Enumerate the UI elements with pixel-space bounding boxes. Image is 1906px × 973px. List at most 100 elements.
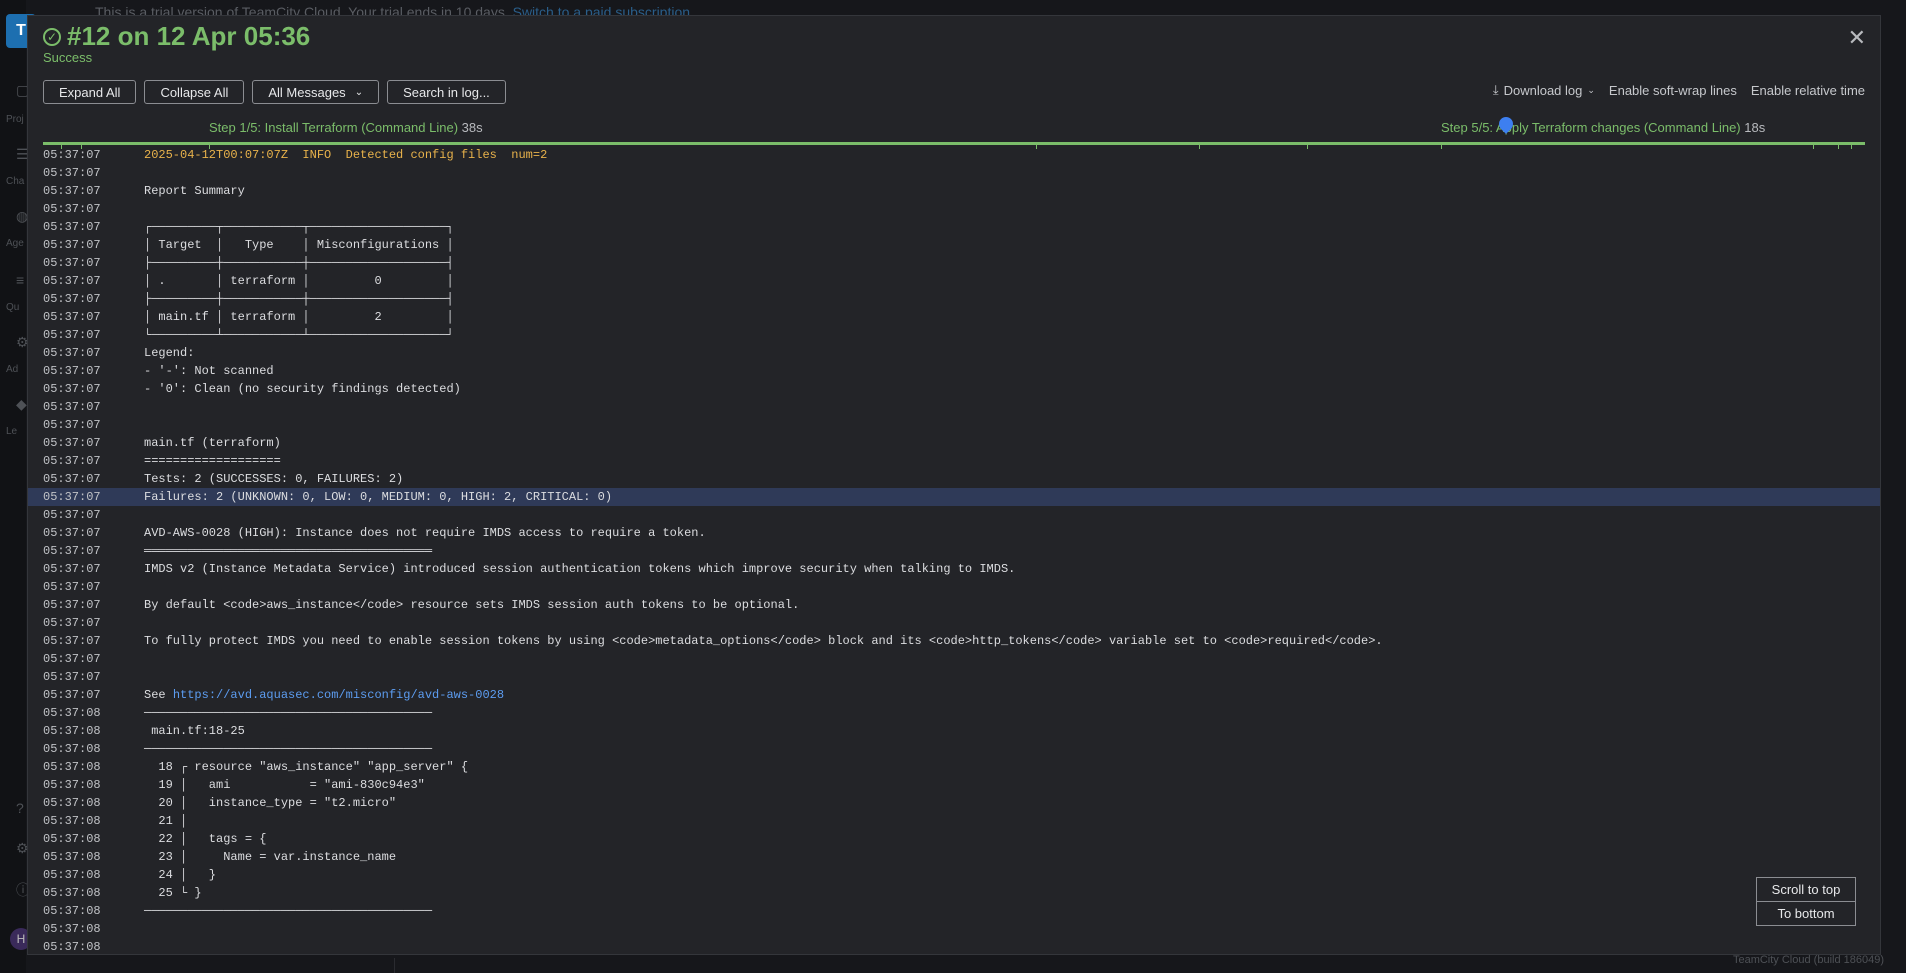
help-icon[interactable]: ?: [16, 800, 24, 816]
log-line[interactable]: 05:37:07 To fully protect IMDS you need t…: [28, 632, 1880, 650]
soft-wrap-toggle[interactable]: Enable soft-wrap lines: [1609, 83, 1737, 98]
log-timestamp: 05:37:08: [43, 724, 101, 738]
log-line[interactable]: 05:37:07 Legend:: [28, 344, 1880, 362]
nav-label-queue: Qu: [6, 302, 20, 313]
log-message: - '-': Not scanned: [144, 362, 274, 380]
chevron-down-icon: ⌄: [354, 86, 364, 98]
timeline-step-5[interactable]: Step 5/5: Apply Terraform changes (Comma…: [1441, 120, 1765, 135]
log-line[interactable]: 05:37:07 │ main.tf │ terraform │ 2 │: [28, 308, 1880, 326]
log-message: │ Target │ Type │ Misconfigurations │: [144, 236, 454, 254]
log-line[interactable]: 05:37:07: [28, 614, 1880, 632]
log-line[interactable]: 05:37:08: [28, 938, 1880, 954]
log-timestamp: 05:37:07: [43, 580, 101, 594]
log-line[interactable]: 05:37:07: [28, 398, 1880, 416]
log-line[interactable]: 05:37:07 IMDS v2 (Instance Metadata Servi…: [28, 560, 1880, 578]
log-line[interactable]: 05:37:07 └─────────┴───────────┴─────────…: [28, 326, 1880, 344]
log-line[interactable]: 05:37:07 ┌─────────┬───────────┬─────────…: [28, 218, 1880, 236]
download-icon: ⤓: [1492, 82, 1499, 97]
log-message: main.tf:18-25: [144, 722, 245, 740]
log-line[interactable]: 05:37:07: [28, 200, 1880, 218]
log-line[interactable]: 05:37:08 21 │: [28, 812, 1880, 830]
log-timestamp: 05:37:07: [43, 148, 101, 162]
log-line[interactable]: 05:37:07 ├─────────┼───────────┼─────────…: [28, 254, 1880, 272]
download-log-button[interactable]: ⤓ Download log ⌄: [1493, 82, 1595, 98]
close-icon[interactable]: ✕: [1848, 25, 1866, 50]
log-line[interactable]: 05:37:07 Report Summary: [28, 182, 1880, 200]
log-line[interactable]: 05:37:07 Failures: 2 (UNKNOWN: 0, LOW: 0,…: [28, 488, 1880, 506]
log-line[interactable]: 05:37:07 - '-': Not scanned: [28, 362, 1880, 380]
relative-time-toggle[interactable]: Enable relative time: [1751, 83, 1865, 98]
log-line[interactable]: 05:37:08 20 │ instance_type = "t2.micro": [28, 794, 1880, 812]
log-line[interactable]: 05:37:08 22 │ tags = {: [28, 830, 1880, 848]
log-text: Legend:: [144, 346, 195, 360]
log-line[interactable]: 05:37:07: [28, 164, 1880, 182]
log-line[interactable]: 05:37:07 │ . │ terraform │ 0 │: [28, 272, 1880, 290]
log-line[interactable]: 05:37:07 - '0': Clean (no security findin…: [28, 380, 1880, 398]
log-text: 22 │ tags = {: [144, 832, 267, 846]
dialog-header: ✓ #12 on 12 Apr 05:36: [43, 21, 310, 52]
log-line[interactable]: 05:37:08 19 │ ami = "ami-830c94e3": [28, 776, 1880, 794]
footer-version: TeamCity Cloud (build 186049): [1732, 954, 1884, 966]
log-timestamp: 05:37:07: [43, 634, 101, 648]
log-message: 22 │ tags = {: [144, 830, 266, 848]
log-line[interactable]: 05:37:08 23 │ Name = var.instance_name: [28, 848, 1880, 866]
scroll-to-bottom-button[interactable]: To bottom: [1756, 902, 1856, 926]
log-line[interactable]: 05:37:07 ===================: [28, 452, 1880, 470]
log-message: ────────────────────────────────────────: [144, 704, 432, 722]
log-line[interactable]: 05:37:07 ════════════════════════════════…: [28, 542, 1880, 560]
log-line[interactable]: 05:37:07 By default <code>aws_instance</c…: [28, 596, 1880, 614]
log-line[interactable]: 05:37:08 18 ┌ resource "aws_instance" "a…: [28, 758, 1880, 776]
log-line[interactable]: 05:37:07 2025-04-12T00:07:07Z INFO Detect…: [28, 146, 1880, 164]
log-line[interactable]: 05:37:07: [28, 668, 1880, 686]
log-timestamp: 05:37:08: [43, 778, 101, 792]
log-text: 25 └ }: [144, 886, 202, 900]
log-message: AVD-AWS-0028 (HIGH): Instance does not r…: [144, 524, 706, 542]
log-message: By default <code>aws_instance</code> res…: [144, 596, 799, 614]
expand-all-button[interactable]: Expand All: [43, 80, 137, 104]
log-toolbar: Expand All Collapse All All Messages ⌄ S…: [43, 80, 506, 104]
build-log[interactable]: 05:37:07 2025-04-12T00:07:07Z INFO Detect…: [28, 146, 1880, 954]
log-line[interactable]: 05:37:07 ├─────────┼───────────┼─────────…: [28, 290, 1880, 308]
log-line[interactable]: 05:37:07: [28, 416, 1880, 434]
log-line[interactable]: 05:37:08 24 │ }: [28, 866, 1880, 884]
learn-icon[interactable]: ◆: [16, 396, 27, 413]
log-text: ===================: [144, 454, 281, 468]
log-line[interactable]: 05:37:07 AVD-AWS-0028 (HIGH): Instance do…: [28, 524, 1880, 542]
log-line[interactable]: 05:37:08 ────────────────────────────────…: [28, 902, 1880, 920]
messages-filter-dropdown[interactable]: All Messages ⌄: [252, 80, 380, 104]
timeline-bar[interactable]: [43, 142, 1865, 145]
log-line[interactable]: 05:37:07: [28, 650, 1880, 668]
log-line[interactable]: 05:37:08 25 └ }: [28, 884, 1880, 902]
log-timestamp: 05:37:07: [43, 436, 101, 450]
log-message: ────────────────────────────────────────: [144, 902, 432, 920]
log-timestamp: 05:37:08: [43, 922, 101, 936]
collapse-all-button[interactable]: Collapse All: [144, 80, 245, 104]
log-line[interactable]: 05:37:07 │ Target │ Type │ Misconfigurati…: [28, 236, 1880, 254]
search-log-button[interactable]: Search in log...: [387, 80, 506, 104]
timeline-step-1[interactable]: Step 1/5: Install Terraform (Command Lin…: [209, 120, 483, 135]
log-text: main.tf (terraform): [144, 436, 281, 450]
log-line[interactable]: 05:37:08 ────────────────────────────────…: [28, 740, 1880, 758]
log-line[interactable]: 05:37:08 main.tf:18-25: [28, 722, 1880, 740]
log-line[interactable]: 05:37:08 ────────────────────────────────…: [28, 704, 1880, 722]
log-line[interactable]: 05:37:07 main.tf (terraform): [28, 434, 1880, 452]
log-line[interactable]: 05:37:07 See https://avd.aquasec.com/misc…: [28, 686, 1880, 704]
log-line[interactable]: 05:37:07: [28, 578, 1880, 596]
log-timestamp: 05:37:07: [43, 400, 101, 414]
log-text: ┌─────────┬───────────┬─────────────────…: [144, 220, 454, 234]
log-timestamp: 05:37:07: [43, 364, 101, 378]
log-timestamp: 05:37:07: [43, 454, 101, 468]
close-button[interactable]: ✕: [1848, 25, 1866, 50]
log-line[interactable]: 05:37:08: [28, 920, 1880, 938]
log-message: To fully protect IMDS you need to enable…: [144, 632, 1383, 650]
nav-label-changes: Cha: [6, 176, 25, 187]
check-circle-icon: ✓: [43, 27, 61, 46]
log-message: └─────────┴───────────┴─────────────────…: [144, 326, 454, 344]
log-link[interactable]: https://avd.aquasec.com/misconfig/avd-aw…: [173, 688, 504, 702]
log-line[interactable]: 05:37:07 Tests: 2 (SUCCESSES: 0, FAILURES…: [28, 470, 1880, 488]
log-text: └─────────┴───────────┴─────────────────…: [144, 328, 454, 342]
log-line[interactable]: 05:37:07: [28, 506, 1880, 524]
queue-icon[interactable]: ≡: [16, 272, 24, 288]
log-text: │ main.tf │ terraform │ 2 │: [144, 310, 454, 324]
scroll-to-top-button[interactable]: Scroll to top: [1756, 877, 1856, 902]
